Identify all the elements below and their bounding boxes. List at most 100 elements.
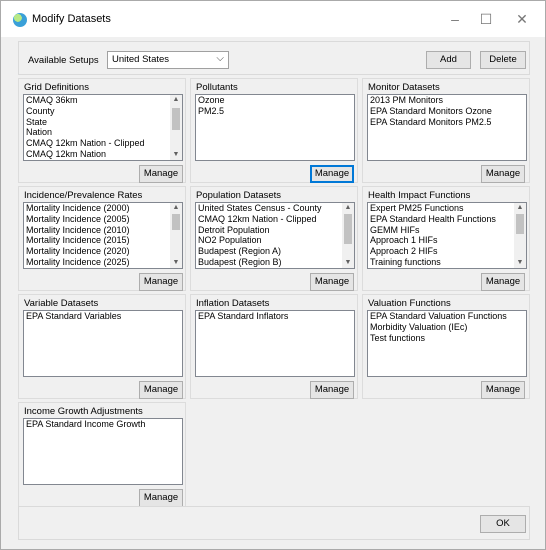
scroll-thumb[interactable]: [172, 108, 180, 130]
manage-inflation-button[interactable]: Manage: [310, 381, 354, 399]
list-item[interactable]: Mortality Incidence (2010): [24, 225, 182, 236]
scroll-up-icon[interactable]: ▲: [170, 95, 182, 105]
minimize-icon[interactable]: –: [445, 9, 465, 29]
variable-datasets-list[interactable]: EPA Standard Variables: [23, 310, 183, 377]
manage-population-button[interactable]: Manage: [310, 273, 354, 291]
scroll-down-icon[interactable]: ▼: [514, 258, 526, 268]
manage-variable-button[interactable]: Manage: [139, 381, 183, 399]
group-title: Health Impact Functions: [368, 190, 471, 201]
population-datasets-list[interactable]: United States Census - County CMAQ 12km …: [195, 202, 355, 269]
title-bar: Modify Datasets – ☐ ✕: [1, 1, 545, 37]
list-item[interactable]: Ozone: [196, 95, 354, 106]
manage-grid-definitions-button[interactable]: Manage: [139, 165, 183, 183]
health-impact-functions-list[interactable]: Expert PM25 Functions EPA Standard Healt…: [367, 202, 527, 269]
scroll-down-icon[interactable]: ▼: [170, 258, 182, 268]
maximize-icon[interactable]: ☐: [476, 9, 496, 29]
monitor-datasets-list[interactable]: 2013 PM Monitors EPA Standard Monitors O…: [367, 94, 527, 161]
group-title: Valuation Functions: [368, 298, 451, 309]
list-item[interactable]: Mortality Incidence (2025): [24, 257, 182, 268]
list-item[interactable]: CMAQ 36km: [24, 95, 182, 106]
list-item[interactable]: Expert PM25 Functions: [368, 203, 526, 214]
dialog-body: Available Setups United States ⌵ Add Del…: [18, 41, 530, 541]
add-setup-button[interactable]: Add: [426, 51, 471, 69]
list-item[interactable]: EPA Standard Valuation Functions: [368, 311, 526, 322]
group-title: Population Datasets: [196, 190, 282, 201]
manage-incidence-button[interactable]: Manage: [139, 273, 183, 291]
list-item[interactable]: EPA Standard Monitors Ozone: [368, 106, 526, 117]
selected-setup-value: United States: [112, 54, 170, 65]
vertical-scrollbar[interactable]: ▲ ▼: [342, 203, 354, 268]
scroll-thumb[interactable]: [344, 214, 352, 244]
manage-valuation-button[interactable]: Manage: [481, 381, 525, 399]
scroll-up-icon[interactable]: ▲: [170, 203, 182, 213]
list-item[interactable]: Morbidity Valuation (IEc): [368, 322, 526, 333]
scroll-up-icon[interactable]: ▲: [514, 203, 526, 213]
list-item[interactable]: Test functions: [368, 333, 526, 344]
vertical-scrollbar[interactable]: ▲ ▼: [170, 95, 182, 160]
available-setups-select[interactable]: United States ⌵: [107, 51, 229, 69]
group-valuation-functions: Valuation Functions EPA Standard Valuati…: [362, 294, 530, 399]
incidence-prevalence-list[interactable]: Mortality Incidence (2000) Mortality Inc…: [23, 202, 183, 269]
list-item[interactable]: State: [24, 117, 182, 128]
list-item[interactable]: Nation: [24, 127, 182, 138]
list-item[interactable]: Detroit Population: [196, 225, 354, 236]
ok-button[interactable]: OK: [480, 515, 526, 533]
delete-setup-button[interactable]: Delete: [480, 51, 526, 69]
group-grid-definitions: Grid Definitions CMAQ 36km County State …: [18, 78, 186, 183]
group-title: Monitor Datasets: [368, 82, 440, 93]
vertical-scrollbar[interactable]: ▲ ▼: [514, 203, 526, 268]
scroll-up-icon[interactable]: ▲: [342, 203, 354, 213]
scroll-down-icon[interactable]: ▼: [170, 150, 182, 160]
list-item[interactable]: CMAQ 12km Nation - Clipped: [24, 138, 182, 149]
list-item[interactable]: EPA Standard Variables: [24, 311, 182, 322]
inflation-datasets-list[interactable]: EPA Standard Inflators: [195, 310, 355, 377]
manage-pollutants-button[interactable]: Manage: [310, 165, 354, 183]
grid-definitions-list[interactable]: CMAQ 36km County State Nation CMAQ 12km …: [23, 94, 183, 161]
manage-income-growth-button[interactable]: Manage: [139, 489, 183, 507]
group-title: Inflation Datasets: [196, 298, 270, 309]
list-item[interactable]: GEMM HIFs: [368, 225, 526, 236]
list-item[interactable]: Training functions: [368, 257, 526, 268]
income-growth-list[interactable]: EPA Standard Income Growth: [23, 418, 183, 485]
list-item[interactable]: EPA Standard Health Functions: [368, 214, 526, 225]
chevron-down-icon: ⌵: [216, 53, 224, 64]
group-title: Pollutants: [196, 82, 238, 93]
list-item[interactable]: Mortality Incidence (2015): [24, 235, 182, 246]
list-item[interactable]: EPA Standard Monitors PM2.5: [368, 117, 526, 128]
window-title: Modify Datasets: [32, 13, 111, 25]
list-item[interactable]: EPA Standard Income Growth: [24, 419, 182, 430]
scroll-thumb[interactable]: [516, 214, 524, 234]
list-item[interactable]: CMAQ 12km Nation - Clipped: [196, 214, 354, 225]
group-title: Variable Datasets: [24, 298, 99, 309]
list-item[interactable]: Mortality Incidence (2000): [24, 203, 182, 214]
list-item[interactable]: Mortality Incidence (2005): [24, 214, 182, 225]
group-health-impact-functions: Health Impact Functions Expert PM25 Func…: [362, 186, 530, 291]
group-income-growth: Income Growth Adjustments EPA Standard I…: [18, 402, 186, 507]
list-item[interactable]: Approach 1 HIFs: [368, 235, 526, 246]
list-item[interactable]: EPA Standard Inflators: [196, 311, 354, 322]
vertical-scrollbar[interactable]: ▲ ▼: [170, 203, 182, 268]
group-title: Income Growth Adjustments: [24, 406, 143, 417]
available-setups-label: Available Setups: [28, 55, 99, 66]
list-item[interactable]: Approach 2 HIFs: [368, 246, 526, 257]
list-item[interactable]: CMAQ 12km Nation: [24, 149, 182, 160]
list-item[interactable]: PM2.5: [196, 106, 354, 117]
manage-health-functions-button[interactable]: Manage: [481, 273, 525, 291]
footer-bar: OK: [18, 506, 530, 540]
list-item[interactable]: County: [24, 106, 182, 117]
group-variable-datasets: Variable Datasets EPA Standard Variables…: [18, 294, 186, 399]
manage-monitor-datasets-button[interactable]: Manage: [481, 165, 525, 183]
list-item[interactable]: NO2 Population: [196, 235, 354, 246]
group-population-datasets: Population Datasets United States Census…: [190, 186, 358, 291]
app-globe-icon: [13, 13, 27, 27]
list-item[interactable]: Budapest (Region A): [196, 246, 354, 257]
close-icon[interactable]: ✕: [512, 9, 532, 29]
list-item[interactable]: 2013 PM Monitors: [368, 95, 526, 106]
list-item[interactable]: Mortality Incidence (2020): [24, 246, 182, 257]
pollutants-list[interactable]: Ozone PM2.5: [195, 94, 355, 161]
list-item[interactable]: United States Census - County: [196, 203, 354, 214]
list-item[interactable]: Budapest (Region B): [196, 257, 354, 268]
scroll-down-icon[interactable]: ▼: [342, 258, 354, 268]
scroll-thumb[interactable]: [172, 214, 180, 230]
valuation-functions-list[interactable]: EPA Standard Valuation Functions Morbidi…: [367, 310, 527, 377]
